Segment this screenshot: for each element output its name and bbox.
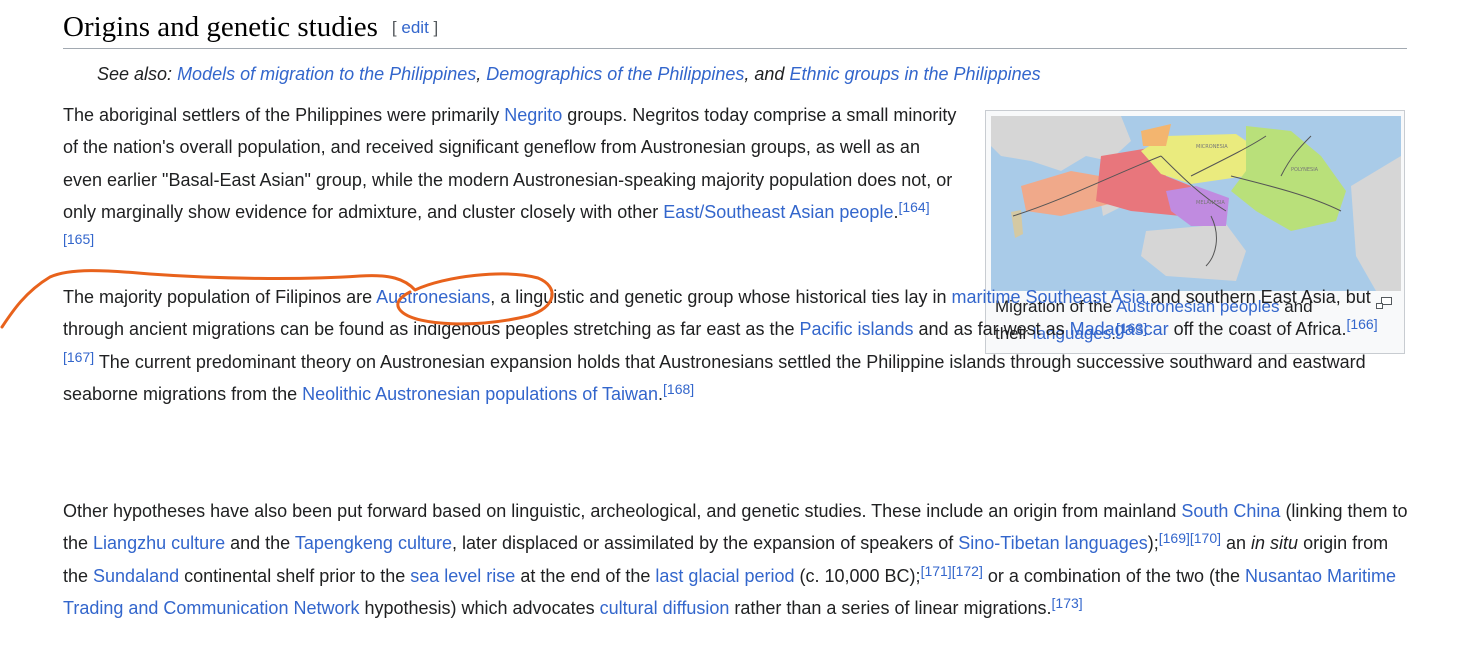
hatnote-separator: , <box>476 64 487 84</box>
ref-166[interactable]: [166] <box>1346 316 1377 332</box>
link-cultural-diffusion[interactable]: cultural diffusion <box>600 598 730 618</box>
see-also-hatnote: See also: Models of migration to the Phi… <box>97 60 1041 88</box>
text: and the <box>225 533 295 554</box>
ref-170[interactable]: [170] <box>1190 530 1221 546</box>
text: , later displaced or assimilated by the … <box>451 533 959 554</box>
link-sino-tibetan-languages[interactable]: Sino-Tibetan languages <box>958 533 1147 553</box>
text: Other hypotheses have also been put forw… <box>63 501 1182 521</box>
text: The aboriginal settlers of the Philippin… <box>63 105 505 125</box>
text: The current predominant theory on Austro… <box>63 351 1366 404</box>
text: off the coast of Africa. <box>1168 319 1347 340</box>
text: an <box>1221 533 1252 554</box>
hatnote-separator: , and <box>744 64 790 84</box>
link-demographics[interactable]: Demographics of the Philippines <box>486 64 744 84</box>
text: and as far west as <box>913 319 1070 340</box>
link-sea-level-rise[interactable]: sea level rise <box>410 566 515 586</box>
in-situ-italic: in situ <box>1251 533 1299 554</box>
link-madagascar[interactable]: Madagascar <box>1070 319 1169 339</box>
link-liangzhu-culture[interactable]: Liangzhu culture <box>93 533 225 553</box>
ref-171[interactable]: [171] <box>921 563 952 579</box>
link-neolithic-austronesian-taiwan[interactable]: Neolithic Austronesian populations of Ta… <box>302 384 658 404</box>
paragraph-aboriginal-settlers: The aboriginal settlers of the Philippin… <box>63 99 958 260</box>
edit-bracket-close: ] <box>433 18 439 37</box>
link-negrito[interactable]: Negrito <box>504 105 562 125</box>
ref-167[interactable]: [167] <box>63 349 94 365</box>
map-image: MICRONESIA POLYNESIA MELANESIA <box>991 116 1401 291</box>
map-label-micronesia: MICRONESIA <box>1196 144 1228 150</box>
link-east-southeast-asian-people[interactable]: East/Southeast Asian people <box>663 202 893 222</box>
map-label-polynesia: POLYNESIA <box>1291 167 1319 173</box>
link-south-china[interactable]: South China <box>1181 501 1280 521</box>
paragraph-other-hypotheses: Other hypotheses have also been put forw… <box>63 495 1408 624</box>
ref-172[interactable]: [172] <box>952 563 983 579</box>
section-title: Origins and genetic studies <box>63 11 378 43</box>
austronesian-migration-map[interactable]: MICRONESIA POLYNESIA MELANESIA <box>991 116 1401 291</box>
link-maritime-southeast-asia[interactable]: maritime Southeast Asia <box>952 287 1146 307</box>
text: at the end of the <box>515 565 656 586</box>
link-last-glacial-period[interactable]: last glacial period <box>655 566 794 586</box>
text: ); <box>1147 533 1159 554</box>
ref-169[interactable]: [169] <box>1159 530 1190 546</box>
link-ethnic-groups[interactable]: Ethnic groups in the Philippines <box>789 64 1040 84</box>
map-label-melanesia: MELANESIA <box>1196 200 1225 206</box>
ref-164[interactable]: [164] <box>898 199 929 215</box>
link-models-of-migration[interactable]: Models of migration to the Philippines <box>177 64 476 84</box>
edit-section: [ edit ] <box>392 18 438 37</box>
annotation-scribble <box>0 269 554 329</box>
text: (c. 10,000 BC); <box>794 565 921 586</box>
text: hypothesis) which advocates <box>359 597 600 618</box>
edit-link[interactable]: edit <box>401 18 428 37</box>
link-sundaland[interactable]: Sundaland <box>93 566 179 586</box>
edit-bracket-open: [ <box>391 18 397 37</box>
hatnote-prefix: See also: <box>97 64 178 84</box>
text: continental shelf prior to the <box>179 565 411 586</box>
link-pacific-islands[interactable]: Pacific islands <box>799 319 913 339</box>
link-tapengkeng-culture[interactable]: Tapengkeng culture <box>295 533 452 553</box>
section-heading: Origins and genetic studies [ edit ] <box>63 8 1407 49</box>
ref-173[interactable]: [173] <box>1052 595 1083 611</box>
text: or a combination of the two (the <box>982 565 1245 586</box>
ref-168[interactable]: [168] <box>663 381 694 397</box>
text: rather than a series of linear migration… <box>729 597 1052 618</box>
ref-165[interactable]: [165] <box>63 231 94 247</box>
